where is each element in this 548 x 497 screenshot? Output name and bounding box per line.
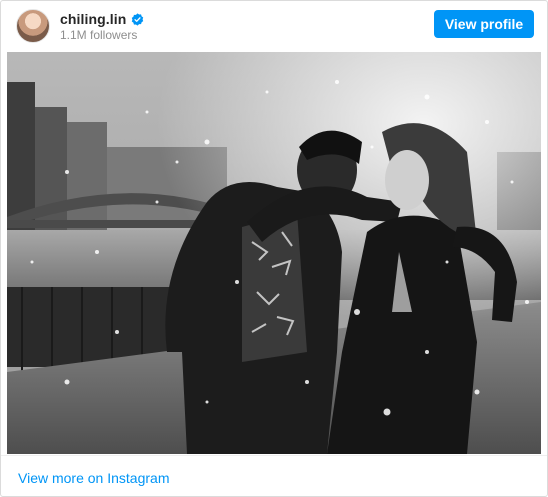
post-image[interactable] xyxy=(7,52,541,454)
verified-badge-icon xyxy=(131,12,144,26)
username[interactable]: chiling.lin xyxy=(60,11,126,27)
embed-header: chiling.lin 1.1M followers View profile xyxy=(1,1,547,49)
embed-footer: View more on Instagram xyxy=(1,455,547,496)
view-more-link[interactable]: View more on Instagram xyxy=(18,470,169,486)
instagram-embed: chiling.lin 1.1M followers View profile xyxy=(0,0,548,497)
follower-count: 1.1M followers xyxy=(60,28,138,42)
username-row: chiling.lin xyxy=(60,10,144,28)
post-photo xyxy=(7,52,541,454)
avatar[interactable] xyxy=(16,9,50,43)
view-profile-button[interactable]: View profile xyxy=(434,10,534,38)
